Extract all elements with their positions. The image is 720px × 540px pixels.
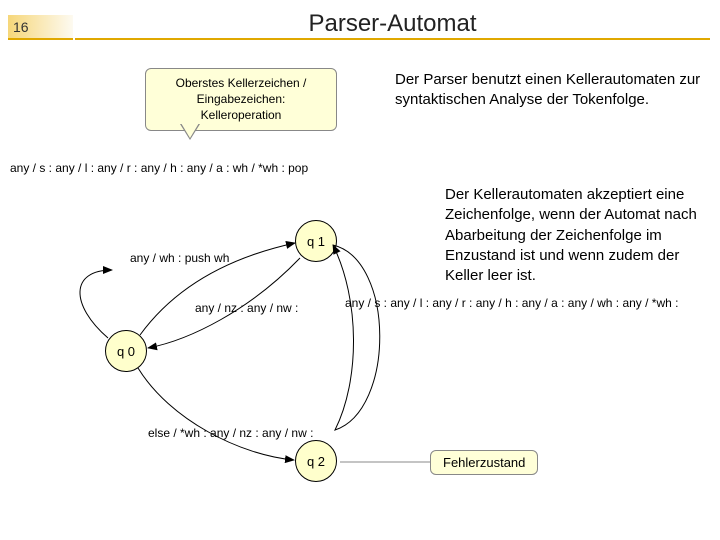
error-state-callout: Fehlerzustand (430, 450, 538, 475)
description-paragraph-2: Der Kellerautomaten akzeptiert eine Zeic… (445, 185, 715, 286)
legend-line-1: Oberstes Kellerzeichen / (156, 75, 326, 91)
state-q2: q 2 (295, 440, 337, 482)
legend-line-3: Kelleroperation (156, 107, 326, 123)
transition-q0-q2-label: else / *wh : any / nz : any / nw : (148, 425, 313, 441)
state-q1-label: q 1 (307, 234, 325, 249)
error-state-label: Fehlerzustand (443, 455, 525, 470)
state-q2-label: q 2 (307, 454, 325, 469)
legend-callout: Oberstes Kellerzeichen / Eingabezeichen:… (145, 68, 337, 131)
slide-number-bar: 16 (8, 15, 73, 40)
transition-q1-q0-label: any / nz : any / nw : (195, 300, 298, 316)
state-q1: q 1 (295, 220, 337, 262)
legend-line-2: Eingabezeichen: (156, 91, 326, 107)
slide-title: Parser-Automat (75, 10, 710, 40)
state-q0: q 0 (105, 330, 147, 372)
legend-callout-tail (180, 124, 200, 140)
slide-number: 16 (13, 19, 29, 35)
transition-q0-self-label: any / s : any / l : any / r : any / h : … (10, 160, 120, 176)
transition-q1-self-label: any / s : any / l : any / r : any / h : … (345, 295, 435, 311)
description-paragraph-1: Der Parser benutzt einen Kellerautomaten… (395, 70, 705, 111)
transition-q0-q1-label: any / wh : push wh (130, 250, 229, 266)
state-q0-label: q 0 (117, 344, 135, 359)
